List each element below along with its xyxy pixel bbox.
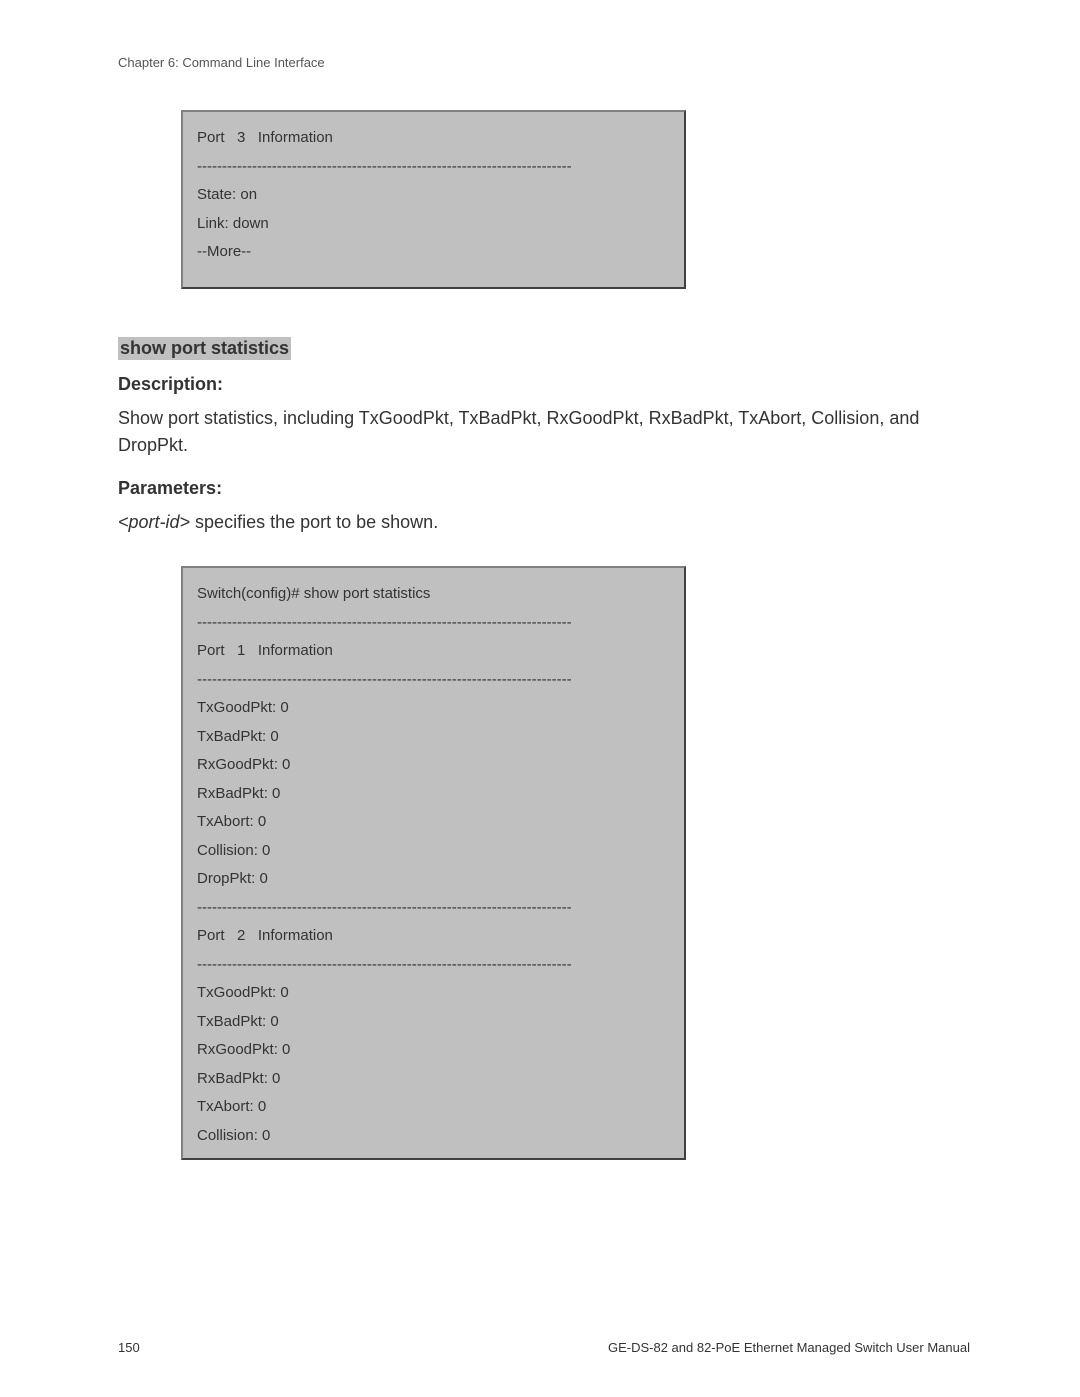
- code-line: RxBadPkt: 0: [197, 1065, 670, 1094]
- code-line: TxGoodPkt: 0: [197, 979, 670, 1008]
- code-line: RxGoodPkt: 0: [197, 1036, 670, 1065]
- page-footer: 150 GE-DS-82 and 82-PoE Ethernet Managed…: [118, 1340, 970, 1355]
- code-line: Switch(config)# show port statistics: [197, 580, 670, 609]
- code-box-statistics: Switch(config)# show port statistics ---…: [181, 566, 686, 1160]
- code-line: Collision: 0: [197, 1122, 670, 1151]
- code-line: RxBadPkt: 0: [197, 780, 670, 809]
- section-heading: show port statistics: [118, 337, 291, 360]
- separator-line: ----------------------------------------…: [197, 666, 670, 695]
- separator-line: ----------------------------------------…: [197, 153, 670, 182]
- parameters-label: Parameters:: [118, 478, 970, 499]
- code-box-port3: Port 3 Information ---------------------…: [181, 110, 686, 289]
- code-line: --More--: [197, 238, 670, 267]
- description-text: Show port statistics, including TxGoodPk…: [118, 405, 970, 461]
- document-page: Chapter 6: Command Line Interface Port 3…: [0, 0, 1080, 1397]
- description-label: Description:: [118, 374, 970, 395]
- separator-line: ----------------------------------------…: [197, 894, 670, 923]
- chapter-header: Chapter 6: Command Line Interface: [118, 55, 970, 70]
- parameters-text: <port-id> specifies the port to be shown…: [118, 509, 970, 536]
- code-line: TxBadPkt: 0: [197, 723, 670, 752]
- code-line: TxBadPkt: 0: [197, 1008, 670, 1037]
- code-line: TxAbort: 0: [197, 1093, 670, 1122]
- code-line: DropPkt: 0: [197, 865, 670, 894]
- page-number: 150: [118, 1340, 140, 1355]
- param-id-italic: <port-id>: [118, 512, 190, 532]
- code-line: RxGoodPkt: 0: [197, 751, 670, 780]
- code-line: Port 2 Information: [197, 922, 670, 951]
- code-line: Link: down: [197, 210, 670, 239]
- code-line: State: on: [197, 181, 670, 210]
- code-line: TxGoodPkt: 0: [197, 694, 670, 723]
- param-rest: specifies the port to be shown.: [190, 512, 438, 532]
- code-line: Collision: 0: [197, 837, 670, 866]
- separator-line: ----------------------------------------…: [197, 609, 670, 638]
- separator-line: ----------------------------------------…: [197, 951, 670, 980]
- code-line: Port 1 Information: [197, 637, 670, 666]
- code-line: TxAbort: 0: [197, 808, 670, 837]
- manual-title: GE-DS-82 and 82-PoE Ethernet Managed Swi…: [608, 1340, 970, 1355]
- code-line: Port 3 Information: [197, 124, 670, 153]
